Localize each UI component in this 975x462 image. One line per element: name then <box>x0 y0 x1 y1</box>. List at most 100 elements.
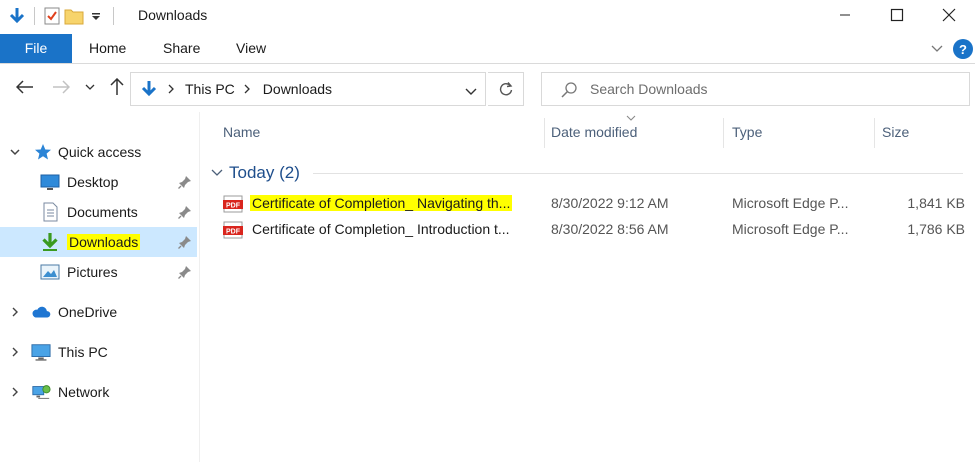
nav-label: Desktop <box>67 174 119 190</box>
address-history-button[interactable] <box>465 83 477 99</box>
help-button[interactable]: ? <box>953 39 973 59</box>
search-box <box>541 72 970 106</box>
nav-item-desktop[interactable]: Desktop <box>0 167 197 197</box>
svg-text:PDF: PDF <box>226 202 241 209</box>
minimize-icon <box>840 14 850 16</box>
column-header-type[interactable]: Type <box>732 112 872 152</box>
refresh-button[interactable] <box>488 72 524 106</box>
nav-item-this-pc[interactable]: This PC <box>0 337 197 367</box>
breadcrumb: This PC Downloads <box>139 73 340 105</box>
chevron-right-icon <box>168 84 174 94</box>
pin-icon <box>178 266 191 279</box>
pin-icon <box>178 176 191 189</box>
column-header-date[interactable]: Date modified <box>551 112 721 152</box>
maximize-button[interactable] <box>871 0 923 30</box>
new-folder-icon[interactable] <box>63 5 85 27</box>
tab-view[interactable]: View <box>236 34 266 63</box>
file-name: Certificate of Completion_ Navigating th… <box>250 195 540 211</box>
chevron-down-icon <box>211 169 223 176</box>
svg-text:PDF: PDF <box>226 228 241 235</box>
forward-button[interactable] <box>50 76 72 98</box>
customize-toolbar-icon[interactable] <box>85 5 107 27</box>
pane-divider <box>199 112 200 462</box>
ribbon-tabs: File Home Share View ? <box>0 34 975 64</box>
maximize-icon <box>890 8 904 22</box>
tab-file[interactable]: File <box>0 34 72 63</box>
chevron-right-icon[interactable] <box>8 344 22 360</box>
file-date: 8/30/2022 8:56 AM <box>551 221 669 237</box>
ribbon-controls: ? <box>925 38 975 60</box>
nav-item-downloads[interactable]: Downloads <box>0 227 197 257</box>
pin-icon <box>178 206 191 219</box>
nav-label: Downloads <box>67 234 141 250</box>
table-row[interactable]: PDF Certificate of Completion_ Navigatin… <box>220 192 970 216</box>
chevron-right-icon <box>244 84 250 94</box>
forward-arrow-icon <box>53 80 70 94</box>
file-size: 1,841 KB <box>907 195 965 211</box>
breadcrumb-this-pc[interactable]: This PC <box>185 81 235 97</box>
search-icon <box>561 82 577 98</box>
file-name-text: Certificate of Completion_ Introduction … <box>252 221 510 237</box>
chevron-down-icon <box>85 84 95 90</box>
up-arrow-icon <box>110 78 124 95</box>
nav-item-documents[interactable]: Documents <box>0 197 197 227</box>
cloud-icon <box>31 302 51 322</box>
toolbar-separator <box>34 7 35 25</box>
pdf-file-icon: PDF <box>223 195 243 213</box>
column-separator[interactable] <box>874 118 875 148</box>
quick-access-toolbar <box>6 4 120 28</box>
navigation-bar: This PC Downloads <box>0 68 975 108</box>
window-controls <box>819 0 975 32</box>
close-icon <box>942 8 956 22</box>
downloads-arrow-icon <box>141 81 157 97</box>
column-header-name[interactable]: Name <box>223 112 543 152</box>
nav-label: Pictures <box>67 264 118 280</box>
group-label: Today (2) <box>229 163 300 182</box>
toolbar-separator <box>113 7 114 25</box>
title-bar: Downloads <box>0 0 975 32</box>
address-bar[interactable]: This PC Downloads <box>130 72 486 106</box>
chevron-down-icon[interactable] <box>8 144 22 160</box>
properties-icon[interactable] <box>41 5 63 27</box>
downloads-icon <box>40 232 60 252</box>
nav-item-pictures[interactable]: Pictures <box>0 257 197 287</box>
pictures-icon <box>40 262 60 282</box>
window-title: Downloads <box>138 7 208 23</box>
file-size: 1,786 KB <box>907 221 965 237</box>
recent-locations-button[interactable] <box>82 76 98 98</box>
close-button[interactable] <box>923 0 975 30</box>
nav-label: Quick access <box>58 144 142 160</box>
downloads-arrow-icon[interactable] <box>6 5 28 27</box>
nav-label: This PC <box>58 344 108 360</box>
nav-item-network[interactable]: Network <box>0 377 197 407</box>
up-button[interactable] <box>106 76 128 98</box>
minimize-button[interactable] <box>819 0 871 30</box>
pdf-file-icon: PDF <box>223 221 243 239</box>
column-header-size[interactable]: Size <box>882 112 962 152</box>
chevron-right-icon[interactable] <box>8 384 22 400</box>
file-name: Certificate of Completion_ Introduction … <box>250 221 540 237</box>
chevron-down-icon <box>465 88 477 95</box>
help-icon: ? <box>959 41 967 57</box>
breadcrumb-downloads[interactable]: Downloads <box>263 81 332 97</box>
group-header-today[interactable]: Today (2) <box>211 162 963 184</box>
column-separator[interactable] <box>544 118 545 148</box>
file-type: Microsoft Edge P... <box>732 195 849 211</box>
nav-label: Network <box>58 384 110 400</box>
search-input[interactable] <box>590 79 950 99</box>
column-separator[interactable] <box>723 118 724 148</box>
nav-item-onedrive[interactable]: OneDrive <box>0 297 197 327</box>
tab-share[interactable]: Share <box>163 34 200 63</box>
star-icon <box>33 142 53 162</box>
back-button[interactable] <box>14 76 36 98</box>
table-row[interactable]: PDF Certificate of Completion_ Introduct… <box>220 218 970 242</box>
tab-home[interactable]: Home <box>89 34 126 63</box>
navigation-pane: Quick access Desktop Documents Downloads… <box>0 112 200 462</box>
back-arrow-icon <box>16 80 33 94</box>
group-divider <box>313 173 963 174</box>
chevron-right-icon[interactable] <box>8 304 22 320</box>
nav-item-quick-access[interactable]: Quick access <box>0 137 197 167</box>
chevron-down-icon <box>931 45 943 52</box>
nav-label: Documents <box>67 204 138 220</box>
expand-ribbon-button[interactable] <box>925 38 949 60</box>
